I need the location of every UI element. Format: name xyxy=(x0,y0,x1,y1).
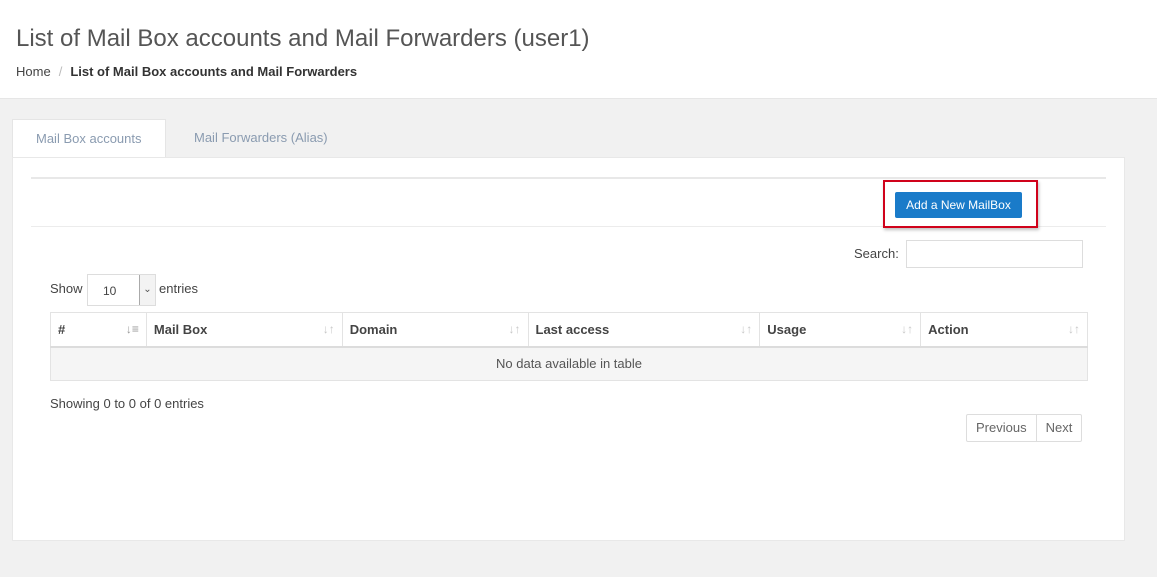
show-label: Show xyxy=(50,281,83,296)
table-info: Showing 0 to 0 of 0 entries xyxy=(50,396,204,411)
breadcrumb-separator: / xyxy=(58,64,63,79)
tab-content-panel: Add a New MailBox Search: Show 10 ⌄ entr… xyxy=(12,157,1125,541)
page-header: List of Mail Box accounts and Mail Forwa… xyxy=(0,0,1157,99)
pagination: Previous Next xyxy=(966,414,1083,442)
previous-page-button[interactable]: Previous xyxy=(967,415,1036,441)
entries-per-page-select[interactable]: 10 ⌄ xyxy=(87,274,156,306)
next-page-button[interactable]: Next xyxy=(1035,415,1082,441)
sort-icon: ↓↑ xyxy=(740,322,753,336)
column-header-domain[interactable]: Domain ↓↑ xyxy=(341,312,529,348)
sort-icon: ↓↑ xyxy=(1068,322,1080,336)
breadcrumb: Home / List of Mail Box accounts and Mail … xyxy=(16,64,357,79)
column-header-last-access[interactable]: Last access ↓↑ xyxy=(527,312,761,348)
breadcrumb-current: List of Mail Box accounts and Mail Forwa… xyxy=(70,64,358,79)
empty-table-message: No data available in table xyxy=(50,346,1088,381)
sort-icon: ↓↑ xyxy=(322,322,335,336)
column-header-usage[interactable]: Usage ↓↑ xyxy=(759,312,922,348)
sort-icon: ↓↑ xyxy=(508,322,521,336)
table-row: No data available in table xyxy=(50,346,1088,381)
breadcrumb-home-link[interactable]: Home xyxy=(16,64,51,79)
column-header-mailbox[interactable]: Mail Box ↓↑ xyxy=(145,312,343,348)
entries-per-page-value: 10 xyxy=(103,284,117,298)
sort-icon: ↓↑ xyxy=(901,322,914,336)
toolbar: Add a New MailBox xyxy=(31,177,1106,228)
add-new-mailbox-button[interactable]: Add a New MailBox xyxy=(895,192,1022,218)
page-title: List of Mail Box accounts and Mail Forwa… xyxy=(16,25,590,52)
tab-mail-forwarders[interactable]: Mail Forwarders (Alias) xyxy=(171,119,351,158)
entries-label: entries xyxy=(159,281,199,296)
table-header-row: # ↓≡ Mail Box ↓↑ Domain ↓↑ Last access ↓↑ Us… xyxy=(50,312,1088,348)
mailbox-table: # ↓≡ Mail Box ↓↑ Domain ↓↑ Last access ↓↑ Us… xyxy=(50,312,1088,381)
search-input[interactable] xyxy=(906,240,1083,268)
sort-ascending-icon: ↓≡ xyxy=(125,322,139,336)
search-label: Search: xyxy=(854,246,899,261)
column-header-number[interactable]: # ↓≡ xyxy=(50,312,147,348)
tab-mailbox-accounts[interactable]: Mail Box accounts xyxy=(12,119,166,158)
chevron-down-icon[interactable]: ⌄ xyxy=(139,275,155,305)
column-header-action[interactable]: Action ↓↑ xyxy=(920,312,1088,348)
